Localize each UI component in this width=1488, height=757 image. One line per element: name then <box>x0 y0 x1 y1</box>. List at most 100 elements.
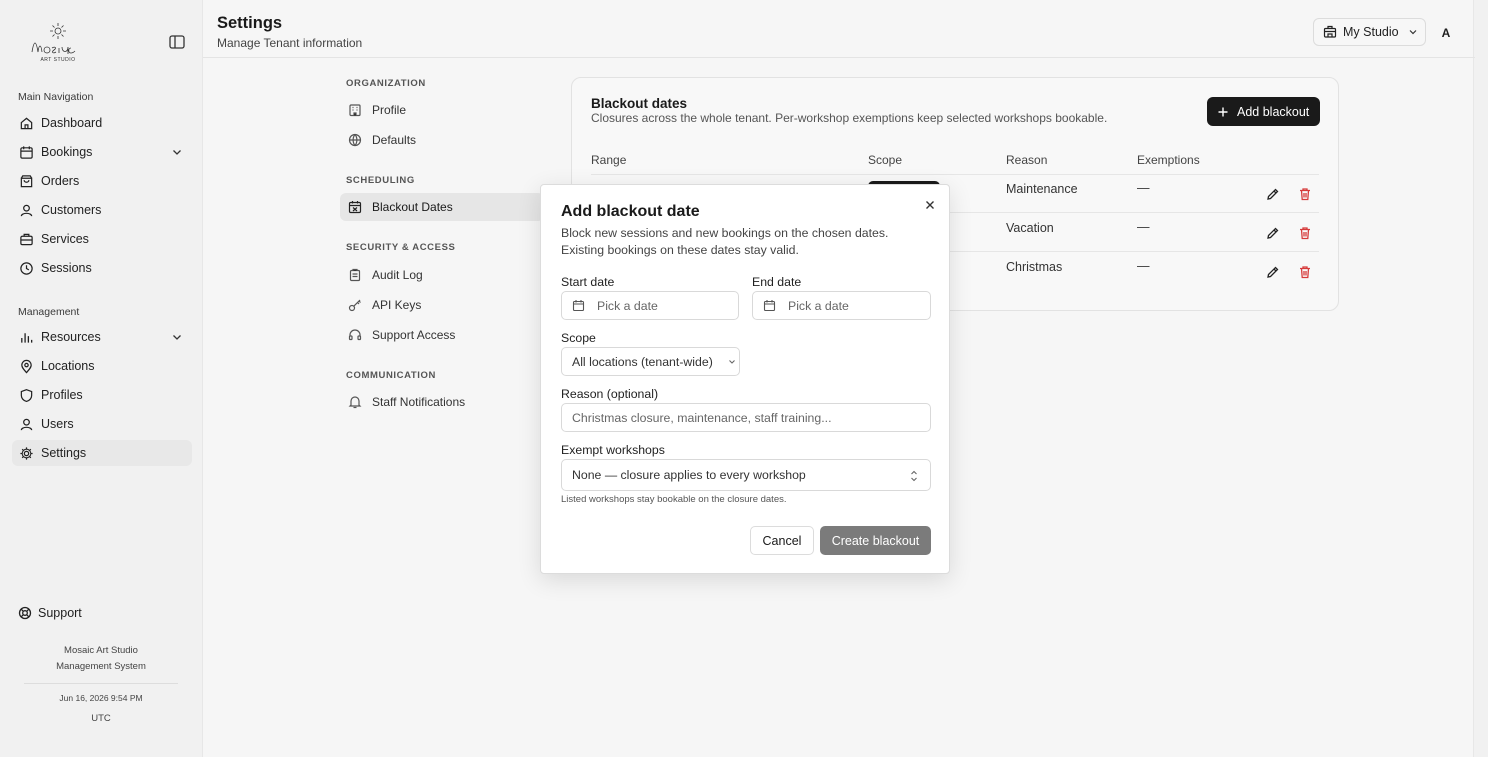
settings-section-security: Security & Access <box>346 242 456 253</box>
bag-icon <box>18 173 34 189</box>
sidebar-item-resources[interactable]: Resources <box>12 324 192 350</box>
sidebar-item-sessions[interactable]: Sessions <box>12 255 192 281</box>
sidebar-item-label: Settings <box>41 446 87 460</box>
settings-section-organization: Organization <box>346 78 426 89</box>
plus-icon <box>1217 106 1229 118</box>
headset-icon <box>348 328 362 342</box>
chevron-down-icon <box>1407 26 1419 38</box>
scope-select[interactable]: All locations (tenant-wide) <box>561 347 740 376</box>
column-header-scope: Scope <box>868 153 903 167</box>
add-blackout-button[interactable]: Add blackout <box>1207 97 1320 126</box>
page-title: Settings <box>217 14 283 32</box>
calendar-off-icon <box>348 200 362 214</box>
sidebar-item-label: Dashboard <box>41 116 103 130</box>
sidebar-item-bookings[interactable]: Bookings <box>12 139 192 165</box>
card-subtitle: Closures across the whole tenant. Per-wo… <box>591 111 1108 125</box>
reason-input[interactable]: Christmas closure, maintenance, staff tr… <box>561 403 931 432</box>
home-icon <box>18 115 34 131</box>
settings-nav-label: Blackout Dates <box>372 200 453 214</box>
mosaic-logo[interactable]: ART STUDIO <box>26 20 90 64</box>
sidebar-item-users[interactable]: Users <box>12 411 192 437</box>
sidebar-item-settings[interactable]: Settings <box>12 440 192 466</box>
start-date-placeholder: Pick a date <box>597 298 658 313</box>
building-icon <box>1323 25 1337 39</box>
sidebar-item-orders[interactable]: Orders <box>12 168 192 194</box>
settings-nav-defaults[interactable]: Defaults <box>340 126 544 154</box>
svg-text:ART STUDIO: ART STUDIO <box>40 57 75 63</box>
add-blackout-label: Add blackout <box>1237 104 1310 119</box>
exempt-workshops-select[interactable]: None — closure applies to every workshop <box>561 459 931 491</box>
settings-section-communication: Communication <box>346 370 436 381</box>
settings-nav-blackout-dates[interactable]: Blackout Dates <box>340 193 544 221</box>
user-icon <box>18 202 34 218</box>
sidebar-item-label: Orders <box>41 174 80 188</box>
row-exemptions: — <box>1137 181 1150 195</box>
pin-icon <box>18 358 34 374</box>
calendar-icon <box>18 144 34 160</box>
end-date-picker[interactable]: Pick a date <box>752 291 931 320</box>
cancel-button[interactable]: Cancel <box>750 526 814 555</box>
chevron-down-icon[interactable] <box>170 145 184 159</box>
sidebar-item-profiles[interactable]: Profiles <box>12 382 192 408</box>
briefcase-icon <box>18 231 34 247</box>
card-title: Blackout dates <box>591 96 688 111</box>
dialog-description: Block new sessions and new bookings on t… <box>561 226 889 257</box>
edit-icon[interactable] <box>1266 226 1280 240</box>
sidebar-item-customers[interactable]: Customers <box>12 197 192 223</box>
sidebar-item-label: Locations <box>41 359 95 373</box>
end-date-placeholder: Pick a date <box>788 298 849 313</box>
row-reason: Maintenance <box>1006 182 1078 196</box>
scope-value: All locations (tenant-wide) <box>572 354 713 369</box>
reason-placeholder: Christmas closure, maintenance, staff tr… <box>572 410 832 425</box>
settings-nav-label: Profile <box>372 103 407 117</box>
avatar[interactable]: A <box>1435 22 1457 44</box>
support-button[interactable]: Support <box>12 600 82 626</box>
clipboard-icon <box>348 268 362 282</box>
sidebar-toggle-icon[interactable] <box>168 33 186 51</box>
settings-nav-profile[interactable]: Profile <box>340 96 544 124</box>
start-date-picker[interactable]: Pick a date <box>561 291 739 320</box>
close-icon[interactable] <box>924 199 936 211</box>
settings-nav-label: Defaults <box>372 133 417 147</box>
calendar-icon <box>763 299 776 312</box>
chevrons-up-down-icon <box>908 469 920 483</box>
sidebar-item-services[interactable]: Services <box>12 226 192 252</box>
settings-nav-api-keys[interactable]: API Keys <box>340 291 544 319</box>
sidebar-item-label: Customers <box>41 203 102 217</box>
reason-label: Reason (optional) <box>561 387 659 401</box>
clock-icon <box>18 260 34 276</box>
scope-label: Scope <box>561 331 596 345</box>
settings-nav-staff-notifications[interactable]: Staff Notifications <box>340 388 544 416</box>
trash-icon[interactable] <box>1298 187 1312 201</box>
studio-switcher-button[interactable]: My Studio <box>1313 18 1426 46</box>
column-header-reason: Reason <box>1006 153 1048 167</box>
footer-timezone: UTC <box>91 713 111 724</box>
top-bar: Settings Manage Tenant information My St… <box>203 0 1475 58</box>
add-blackout-dialog: Add blackout date Block new sessions and… <box>540 184 950 574</box>
footer-divider <box>24 683 178 684</box>
sidebar-item-label: Bookings <box>41 145 93 159</box>
chevron-down-icon[interactable] <box>170 330 184 344</box>
edit-icon[interactable] <box>1266 265 1280 279</box>
exempt-workshops-label: Exempt workshops <box>561 443 665 457</box>
support-label: Support <box>38 606 82 620</box>
sidebar-item-locations[interactable]: Locations <box>12 353 192 379</box>
settings-nav-support-access[interactable]: Support Access <box>340 321 544 349</box>
key-icon <box>348 298 362 312</box>
settings-section-scheduling: Scheduling <box>346 175 415 186</box>
start-date-label: Start date <box>561 275 615 289</box>
settings-nav-audit-log[interactable]: Audit Log <box>340 261 544 289</box>
trash-icon[interactable] <box>1298 226 1312 240</box>
settings-nav-label: Support Access <box>372 328 456 342</box>
sidebar-item-dashboard[interactable]: Dashboard <box>12 110 192 136</box>
footer-brand-line1: Mosaic Art Studio <box>64 645 138 656</box>
studio-switcher-label: My Studio <box>1343 25 1399 39</box>
settings-nav-label: API Keys <box>372 298 422 312</box>
calendar-icon <box>572 299 585 312</box>
building-icon <box>348 103 362 117</box>
trash-icon[interactable] <box>1298 265 1312 279</box>
bell-icon <box>348 395 362 409</box>
create-blackout-button[interactable]: Create blackout <box>820 526 931 555</box>
sidebar-item-label: Users <box>41 417 74 431</box>
edit-icon[interactable] <box>1266 187 1280 201</box>
